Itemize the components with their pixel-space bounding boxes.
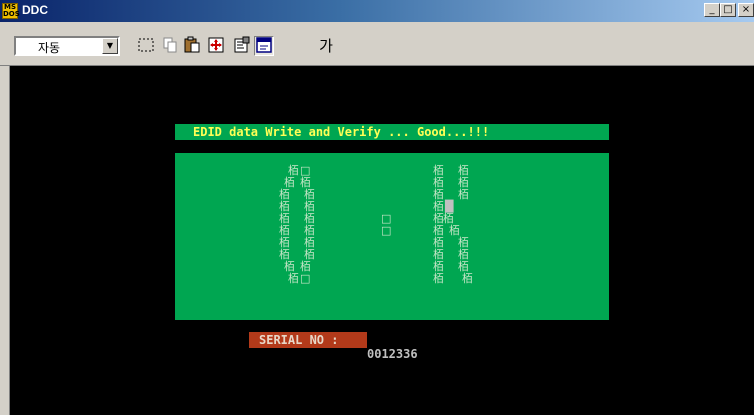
console-glyph: 栢 [458, 176, 469, 189]
console-glyph: 栢 [304, 236, 315, 249]
console-glyph: 栢 [279, 200, 290, 213]
console-glyph: 栢 [279, 248, 290, 261]
serial-value: 0012336 [367, 347, 418, 361]
console-glyph: 栢 [279, 224, 290, 237]
console-glyph: 栢 [279, 236, 290, 249]
console-glyph: 栢 [304, 248, 315, 261]
console-glyph: 栢 [284, 176, 295, 189]
console-glyph: 栢 [300, 176, 311, 189]
console-glyph: 栢 [433, 164, 444, 177]
app-icon-text: MS DOS [3, 3, 20, 18]
msdos-app-icon[interactable]: MS DOS [2, 3, 20, 19]
text-cursor: █ [445, 200, 454, 213]
font-icon[interactable]: 가 [316, 36, 336, 56]
console-glyph: 栢 [458, 248, 469, 261]
font-button[interactable] [280, 36, 300, 56]
paste-icon[interactable] [182, 36, 202, 56]
console-glyph: 栢 [458, 260, 469, 273]
properties-icon[interactable] [232, 36, 252, 56]
close-button[interactable]: × [738, 3, 754, 17]
maximize-button[interactable]: □ [720, 3, 736, 17]
console-glyph: 栢 [433, 236, 444, 249]
console-glyph: 栢 [304, 188, 315, 201]
console-glyph: 栢 [433, 272, 444, 285]
toolbar: 자동 ▼ 가 [0, 22, 754, 66]
console-glyph: 栢 [458, 164, 469, 177]
console-glyph: 栢 [288, 272, 299, 285]
result-panel: 栢 □ 栢栢栢栢栢栢栢栢栢栢栢栢栢 █ 栢栢 □ 栢栢栢栢 □ 栢栢栢栢栢栢栢栢栢栢栢栢栢栢栢 □… [175, 153, 609, 320]
console-glyph: □ [381, 212, 392, 225]
console-glyph: 栢 [433, 188, 444, 201]
console-glyph: 栢 [304, 212, 315, 225]
console-glyph: 栢 [458, 236, 469, 249]
console-glyph: 栢 [433, 200, 444, 213]
serial-label: SERIAL NO : [249, 332, 367, 348]
console-glyph: 栢 [443, 212, 454, 225]
console-glyph: 栢 [279, 212, 290, 225]
console-glyph: 栢 [433, 224, 444, 237]
console-glyph: 栢 [458, 188, 469, 201]
font-size-combo-value: 자동 [38, 41, 61, 55]
console-glyph: 栢 [304, 224, 315, 237]
console-glyph: 栢 [284, 260, 295, 273]
background-icon[interactable] [254, 36, 274, 56]
copy-icon[interactable] [160, 36, 180, 56]
font-size-combo[interactable]: 자동 ▼ [14, 36, 120, 56]
console-glyph: 栢 [304, 200, 315, 213]
minimize-button[interactable]: _ [704, 3, 720, 17]
title-bar[interactable]: MS DOS DDC _ □ × [0, 0, 754, 22]
window-title: DDC [22, 3, 48, 17]
console-glyph: □ [381, 224, 392, 237]
console-glyph: 栢 [288, 164, 299, 177]
mark-icon[interactable] [136, 36, 156, 56]
console-glyph: □ [300, 272, 311, 285]
console-glyph: □ [300, 164, 311, 177]
chevron-down-icon[interactable]: ▼ [102, 38, 118, 54]
console-glyph: 栢 [462, 272, 473, 285]
console-glyph: 栢 [433, 176, 444, 189]
console-glyph: 栢 [279, 188, 290, 201]
left-frame [0, 66, 10, 415]
status-banner-text: EDID data Write and Verify ... Good...!!… [193, 125, 490, 139]
console-glyph: 栢 [433, 248, 444, 261]
status-banner: EDID data Write and Verify ... Good...!!… [175, 124, 609, 140]
fullscreen-icon[interactable] [206, 36, 226, 56]
serial-label-text: SERIAL NO : [259, 333, 339, 347]
console-glyph: 栢 [433, 260, 444, 273]
console-glyph: 栢 [449, 224, 460, 237]
console-glyph: 栢 [300, 260, 311, 273]
